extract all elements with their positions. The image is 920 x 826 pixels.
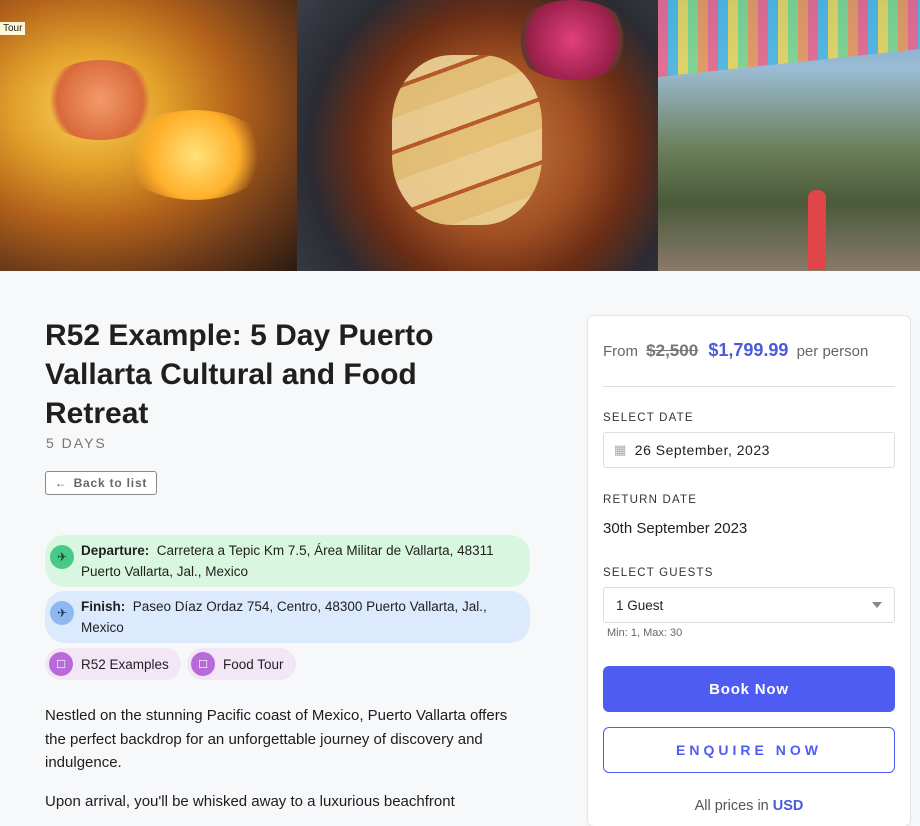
guests-value: 1 Guest — [616, 597, 664, 613]
enquire-now-button[interactable]: ENQUIRE NOW — [603, 727, 895, 773]
sale-price: $1,799.99 — [708, 340, 789, 360]
currency-prefix: All prices in — [694, 798, 769, 814]
from-label: From — [603, 343, 638, 360]
return-date-value: 30th September 2023 — [603, 520, 748, 537]
tag-icon: ☐ — [49, 652, 73, 676]
tacos-image[interactable] — [297, 0, 658, 271]
booking-card: From $2,500 $1,799.99 per person SELECT … — [588, 316, 910, 826]
tag-r52-examples[interactable]: ☐ R52 Examples — [45, 648, 181, 680]
select-guests-label: SELECT GUESTS — [603, 567, 714, 579]
old-price: $2,500 — [646, 341, 699, 360]
date-value: 26 September, 2023 — [634, 442, 770, 458]
tag-icon: ☐ — [191, 652, 215, 676]
description-paragraph: Upon arrival, you'll be whisked away to … — [45, 793, 455, 810]
plane-departure-icon: ✈ — [50, 545, 74, 569]
currency-note: All prices in USD — [588, 798, 910, 814]
divider — [603, 386, 895, 387]
arrow-left-icon: ← — [54, 476, 68, 490]
guests-select[interactable]: 1 Guest — [603, 587, 895, 623]
finish-address: Paseo Díaz Ordaz 754, Centro, 48300 Puer… — [81, 599, 487, 635]
back-to-list-label: Back to list — [73, 476, 148, 490]
tour-badge: Tour — [0, 22, 26, 35]
food-fajitas-image[interactable]: Tour — [0, 0, 297, 271]
currency-code[interactable]: USD — [773, 798, 804, 814]
departure-label: Departure: — [81, 543, 150, 558]
tour-duration: 5 DAYS — [46, 435, 107, 451]
book-now-button[interactable]: Book Now — [603, 666, 895, 712]
departure-location: ✈ Departure: Carretera a Tepic Km 7.5, Á… — [45, 535, 530, 587]
chevron-down-icon — [872, 602, 882, 608]
guests-minmax: Min: 1, Max: 30 — [607, 627, 683, 639]
tag-food-tour[interactable]: ☐ Food Tour — [187, 648, 296, 680]
finish-label: Finish: — [81, 599, 126, 614]
calendar-icon: ▦ — [614, 442, 627, 457]
street-papel-picado-image[interactable] — [658, 0, 920, 271]
back-to-list-button[interactable]: ← Back to list — [45, 471, 157, 495]
return-date-label: RETURN DATE — [603, 494, 698, 506]
select-date-label: SELECT DATE — [603, 412, 694, 424]
date-picker-field[interactable]: ▦ 26 September, 2023 — [603, 432, 895, 468]
per-person-label: per person — [796, 343, 869, 360]
price-line: From $2,500 $1,799.99 per person — [603, 340, 868, 361]
tag-label: R52 Examples — [81, 656, 169, 672]
tag-label: Food Tour — [223, 656, 284, 672]
plane-arrival-icon: ✈ — [50, 601, 74, 625]
finish-location: ✈ Finish: Paseo Díaz Ordaz 754, Centro, … — [45, 591, 530, 643]
page-title: R52 Example: 5 Day Puerto Vallarta Cultu… — [45, 319, 434, 430]
description-paragraph: Nestled on the stunning Pacific coast of… — [45, 707, 508, 771]
image-gallery: Tour — [0, 0, 920, 271]
